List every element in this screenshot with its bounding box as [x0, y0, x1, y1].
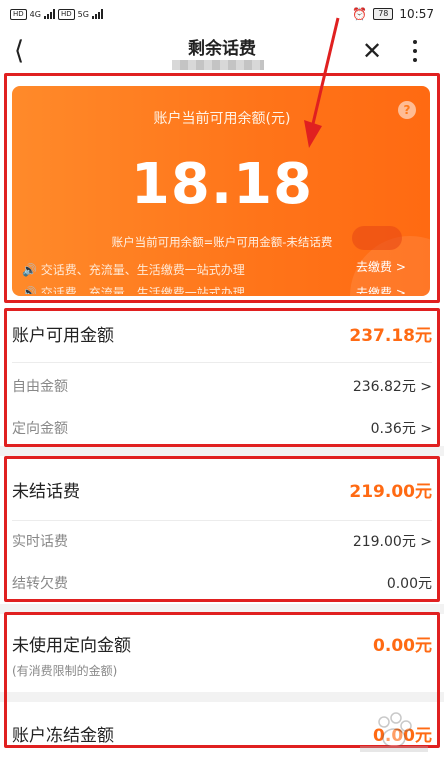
- pay-button-next[interactable]: 去缴费 >: [356, 284, 406, 294]
- directed-amount-row[interactable]: 定向金额 0.36元 >: [12, 418, 432, 438]
- unused-directed-label: 未使用定向金额: [12, 635, 131, 656]
- section-gap: [0, 446, 444, 456]
- frozen-amount-label: 账户冻结金额: [12, 725, 114, 746]
- unused-directed-row: 未使用定向金额 0.00元: [12, 630, 432, 656]
- free-amount-row[interactable]: 自由金额 236.82元 >: [12, 376, 432, 396]
- directed-amount-value: 0.36元 >: [370, 421, 432, 437]
- balance-caption: 账户当前可用余额(元): [153, 111, 291, 127]
- clock: 10:57: [399, 7, 434, 21]
- signal-icon-2: [91, 9, 103, 19]
- close-icon[interactable]: ✕: [362, 38, 382, 64]
- balance-formula: 账户当前可用余额=账户可用金额-未结话费: [111, 235, 333, 249]
- promo-text[interactable]: 🔊 交话费、充流量、生活缴费一站式办理: [22, 261, 245, 278]
- unsettled-fee-row: 未结话费 219.00元: [12, 476, 432, 502]
- divider: [12, 520, 432, 521]
- signal-icon: [43, 9, 55, 19]
- hd-badge: HD: [10, 8, 27, 20]
- baidu-watermark-logo: [360, 712, 428, 752]
- unsettled-fee-label: 未结话费: [12, 481, 80, 502]
- annotation-arrow-head: [304, 120, 322, 148]
- more-menu-icon[interactable]: [412, 40, 418, 62]
- annotation-arrow-line: [310, 17, 340, 129]
- status-bar-signals: HD 4G HD 5G: [10, 8, 103, 20]
- hd-badge-2: HD: [57, 8, 75, 20]
- network-type: 4G: [29, 9, 41, 19]
- section-gap: [0, 692, 444, 702]
- current-balance: 18.18: [130, 152, 314, 217]
- speaker-icon: 🔊: [22, 263, 37, 277]
- battery-icon: 78: [373, 8, 394, 20]
- annotation-arrow: [304, 17, 340, 148]
- carried-arrears-label: 结转欠费: [12, 576, 68, 592]
- promo-label-2: 交话费、充流量、生活缴费一站式办理: [40, 286, 245, 294]
- section-gap: [0, 604, 444, 614]
- speaker-icon-2: 🔊: [22, 286, 37, 294]
- free-amount-value: 236.82元 >: [352, 379, 432, 395]
- directed-amount-label: 定向金额: [12, 421, 68, 437]
- network-type-2: 5G: [77, 9, 89, 19]
- free-amount-label: 自由金额: [12, 379, 68, 395]
- promo-text-next: 🔊 交话费、充流量、生活缴费一站式办理: [22, 284, 245, 294]
- alarm-icon: ⏰: [352, 7, 368, 21]
- help-icon[interactable]: ?: [398, 101, 416, 119]
- available-amount-label: 账户可用金额: [12, 325, 114, 346]
- status-bar-right: ⏰ 78 10:57: [352, 7, 434, 21]
- nav-bar: ⟨ 剩余话费 ✕: [0, 28, 444, 74]
- available-amount-row: 账户可用金额 237.18元: [12, 320, 432, 346]
- divider: [12, 362, 432, 363]
- realtime-fee-label: 实时话费: [12, 534, 68, 550]
- available-amount-value: 237.18元: [349, 325, 432, 346]
- carried-arrears-value: 0.00元: [386, 576, 432, 592]
- unused-directed-note: (有消费限制的金额): [12, 664, 118, 678]
- realtime-fee-row[interactable]: 实时话费 219.00元 >: [12, 531, 432, 551]
- realtime-fee-value: 219.00元 >: [352, 534, 432, 550]
- unsettled-fee-value: 219.00元: [349, 481, 432, 502]
- carried-arrears-row: 结转欠费 0.00元: [12, 573, 432, 593]
- blurred-subtitle: [172, 60, 264, 70]
- unused-directed-value: 0.00元: [373, 635, 432, 656]
- pay-button[interactable]: 去缴费 >: [356, 258, 406, 275]
- status-bar: HD 4G HD 5G ⏰ 78 10:57: [0, 0, 444, 28]
- promo-label: 交话费、充流量、生活缴费一站式办理: [40, 263, 245, 277]
